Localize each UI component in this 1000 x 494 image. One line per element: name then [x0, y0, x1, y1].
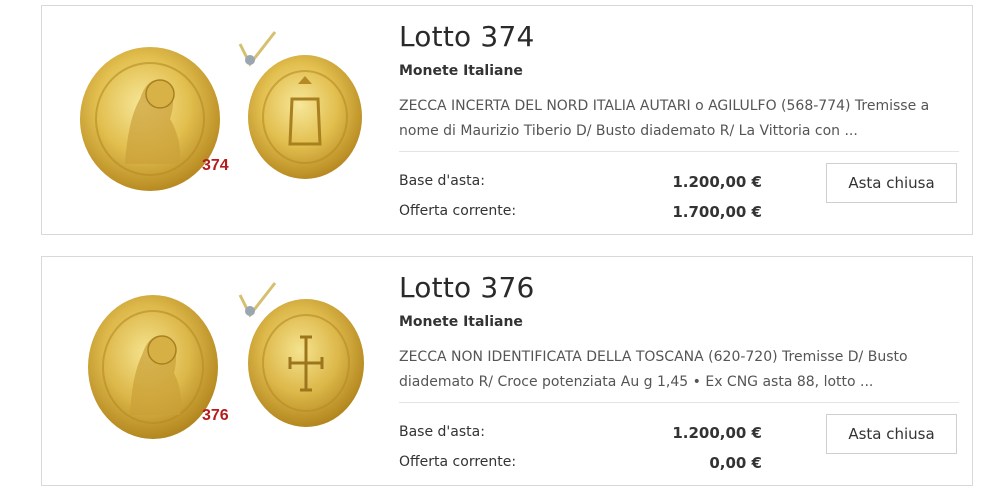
auction-closed-button[interactable]: Asta chiusa [826, 163, 957, 203]
divider [399, 402, 959, 403]
lot-title[interactable]: Lotto 376 [399, 271, 534, 304]
base-price-value: 1.200,00 € [672, 424, 762, 442]
divider [399, 151, 959, 152]
lot-title[interactable]: Lotto 374 [399, 20, 534, 53]
current-offer-value: 1.700,00 € [672, 203, 762, 221]
base-price-label: Base d'asta: [399, 173, 485, 189]
current-offer-value: 0,00 € [709, 454, 762, 472]
base-price-value: 1.200,00 € [672, 173, 762, 191]
current-offer-label: Offerta corrente: [399, 454, 517, 470]
coin-image[interactable] [70, 24, 370, 214]
current-offer-label: Offerta corrente: [399, 203, 517, 219]
lot-card[interactable]: 376 Lotto 376 Monete Italiane ZECCA NON … [41, 256, 973, 486]
lot-description: ZECCA NON IDENTIFICATA DELLA TOSCANA (62… [399, 349, 908, 390]
auction-house-logo [238, 282, 277, 318]
lot-description: ZECCA INCERTA DEL NORD ITALIA AUTARI o A… [399, 98, 930, 139]
lot-number-tag: 376 [202, 407, 229, 424]
coin-reverse [248, 55, 362, 179]
lot-card[interactable]: 374 Lotto 374 Monete Italiane ZECCA INCE… [41, 5, 973, 235]
lot-number-tag: 374 [202, 157, 229, 174]
lot-category: Monete Italiane [399, 314, 523, 330]
base-price-label: Base d'asta: [399, 424, 485, 440]
coin-image[interactable] [70, 275, 370, 465]
auction-closed-button[interactable]: Asta chiusa [826, 414, 957, 454]
lot-category: Monete Italiane [399, 63, 523, 79]
auction-house-logo [238, 31, 277, 67]
